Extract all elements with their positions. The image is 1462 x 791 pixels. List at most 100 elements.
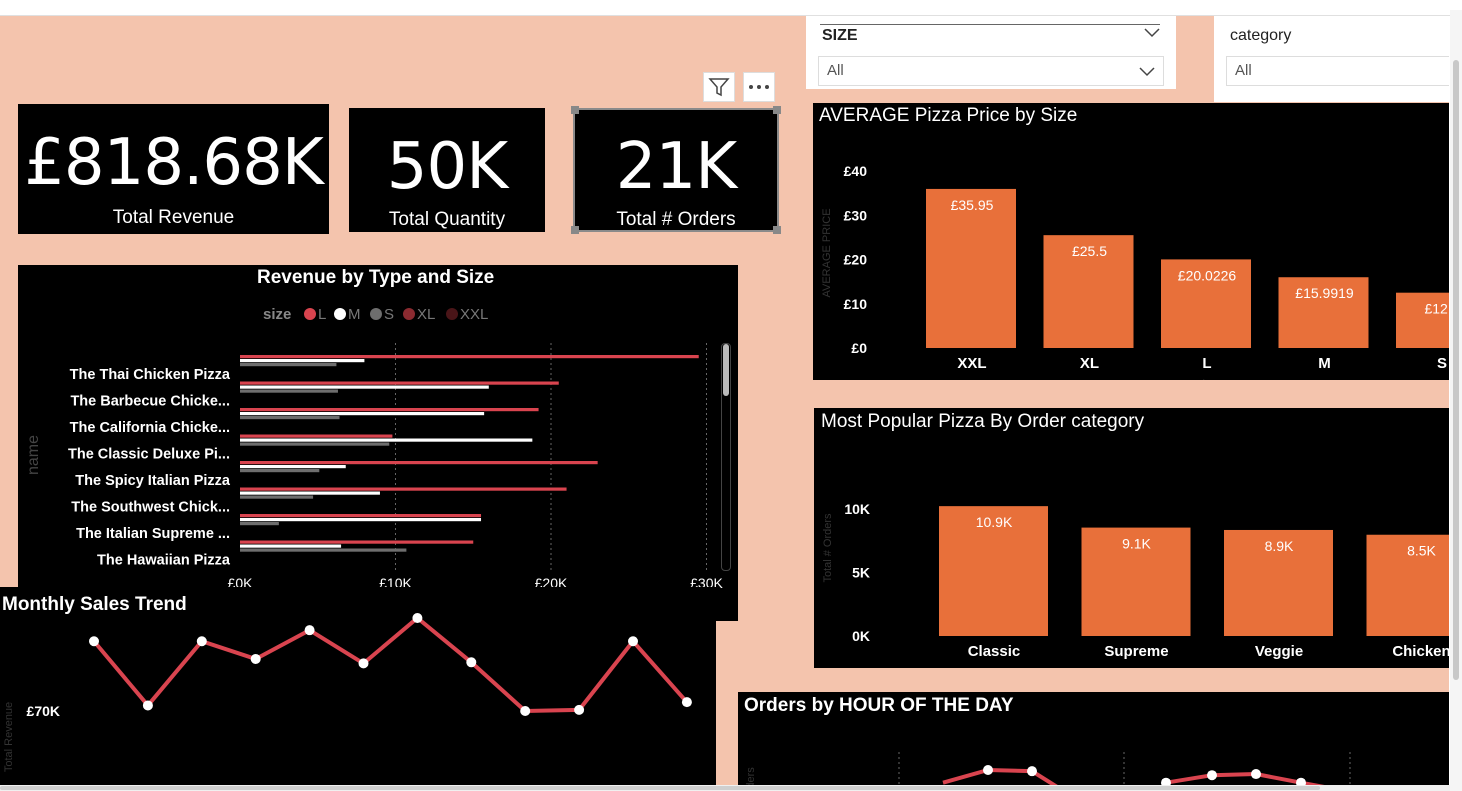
category-slicer[interactable]: category All (1214, 16, 1449, 102)
bar (240, 438, 533, 442)
bar (240, 518, 482, 522)
resize-handle[interactable] (773, 106, 781, 114)
resize-handle[interactable] (571, 106, 579, 114)
x-tick-label: M (1318, 355, 1331, 372)
x-tick-label: Supreme (1104, 643, 1168, 660)
scrollbar-thumb[interactable] (0, 786, 1320, 790)
x-tick-label: S (1437, 355, 1447, 372)
bar (240, 442, 390, 446)
slicer-title: category (1230, 27, 1292, 44)
monthly-sales-plot: £70K Total Revenue (3, 613, 692, 772)
orders-by-hour-chart[interactable]: Orders by HOUR OF THE DAY 2KOrders (738, 692, 1449, 785)
scrollbar-thumb[interactable] (723, 344, 729, 396)
bar (240, 385, 489, 389)
slicer-title: SIZE (822, 27, 858, 44)
data-point (358, 658, 369, 669)
data-point (1207, 770, 1217, 781)
y-tick-label: The Hawaiian Pizza (97, 553, 231, 569)
data-label: £12.5 (1424, 301, 1449, 317)
data-label: 8.5K (1407, 543, 1436, 559)
data-point (250, 653, 261, 664)
bar (240, 355, 699, 359)
popular-pizza-chart[interactable]: Most Popular Pizza By Order category 0K 5… (814, 408, 1449, 668)
bar (240, 495, 314, 499)
legend-title: size (263, 306, 291, 323)
size-slicer[interactable]: SIZE All (806, 16, 1176, 89)
more-options-icon (749, 85, 769, 89)
dropdown-value: All (1235, 62, 1252, 79)
bar (240, 408, 539, 412)
bar (240, 514, 482, 518)
monthly-sales-chart[interactable]: Monthly Sales Trend £70K Total Revenue (0, 587, 716, 785)
y-tick-label: £30 (844, 207, 868, 223)
kpi-label: Total Quantity (388, 209, 506, 230)
data-label: 9.1K (1122, 536, 1151, 552)
more-options-button[interactable] (743, 72, 775, 102)
data-label: £35.95 (951, 197, 994, 213)
chevron-down-icon (1139, 67, 1155, 77)
y-axis-title: Total Revenue (3, 702, 15, 772)
kpi-card-total-orders[interactable]: 21K Total # Orders (573, 108, 779, 232)
kpi-label: Total Revenue (112, 207, 235, 228)
x-axis-title: size (1196, 377, 1218, 380)
bar (240, 491, 380, 495)
bar (240, 359, 365, 363)
data-point (142, 700, 153, 711)
legend-label: S (384, 306, 394, 323)
resize-handle[interactable] (773, 226, 781, 234)
bar (240, 412, 485, 416)
report-canvas: £818.68K Total Revenue 50K Total Quantit… (0, 16, 1449, 785)
data-point (89, 636, 99, 647)
page-horizontal-scrollbar[interactable] (0, 785, 1450, 791)
bar (240, 469, 320, 473)
legend-marker (446, 308, 458, 320)
x-tick-label: Classic (968, 643, 1021, 660)
kpi-card-total-revenue[interactable]: £818.68K Total Revenue (18, 104, 329, 234)
revenue-type-size-chart[interactable]: Revenue by Type and Size size L M S XL XXL £0K… (18, 265, 738, 621)
legend-marker (403, 308, 415, 320)
data-label: £20.0226 (1178, 267, 1237, 283)
y-axis-title: AVERAGE PRICE (821, 208, 833, 297)
filter-icon (708, 78, 730, 97)
avg-price-chart[interactable]: AVERAGE Pizza Price by Size £0 £10 £20 £30 £… (813, 103, 1449, 380)
legend-label: XXL (460, 306, 488, 323)
category-dropdown[interactable]: All (1226, 56, 1449, 86)
chevron-down-icon[interactable] (1144, 28, 1160, 38)
x-tick-label: Chicken (1392, 643, 1449, 660)
data-point (681, 697, 692, 708)
y-tick-label: The Southwest Chick... (71, 500, 230, 516)
revenue-type-size-plot: size L M S XL XXL£0K £10K £20K £30KnameThe Thai … (25, 306, 724, 591)
data-point (196, 636, 207, 647)
bar (240, 363, 337, 367)
window-top-bar (0, 0, 1462, 16)
x-axis-title: category (1186, 665, 1232, 668)
y-axis-title: name (25, 435, 42, 475)
y-tick-label: The Italian Supreme ... (76, 526, 230, 542)
page-vertical-scrollbar[interactable] (1450, 10, 1462, 791)
size-dropdown[interactable]: All (818, 56, 1164, 86)
x-tick-label: L (1202, 355, 1211, 372)
bar (240, 461, 598, 465)
kpi-card-total-quantity[interactable]: 50K Total Quantity (349, 108, 545, 232)
legend-label: L (318, 306, 326, 323)
bar (240, 465, 346, 469)
orders-by-hour-plot: 2KOrders (745, 752, 1351, 785)
legend-label: XL (417, 306, 435, 323)
data-point (466, 657, 477, 668)
x-tick-label: XL (1080, 355, 1099, 372)
y-tick-label: £40 (844, 163, 868, 179)
kpi-label: Total # Orders (616, 209, 736, 230)
y-tick-label: £0 (851, 340, 867, 356)
data-point (1251, 769, 1261, 780)
y-tick-label: £20 (844, 252, 868, 268)
bar (240, 389, 338, 393)
scrollbar[interactable] (721, 343, 731, 571)
bar (240, 381, 559, 385)
series-line (942, 767, 1058, 785)
legend-marker (304, 308, 316, 320)
scrollbar-thumb[interactable] (1453, 60, 1459, 680)
resize-handle[interactable] (571, 226, 579, 234)
filter-icon-button[interactable] (703, 72, 735, 102)
series-line (92, 615, 689, 714)
kpi-value: 21K (615, 130, 737, 204)
